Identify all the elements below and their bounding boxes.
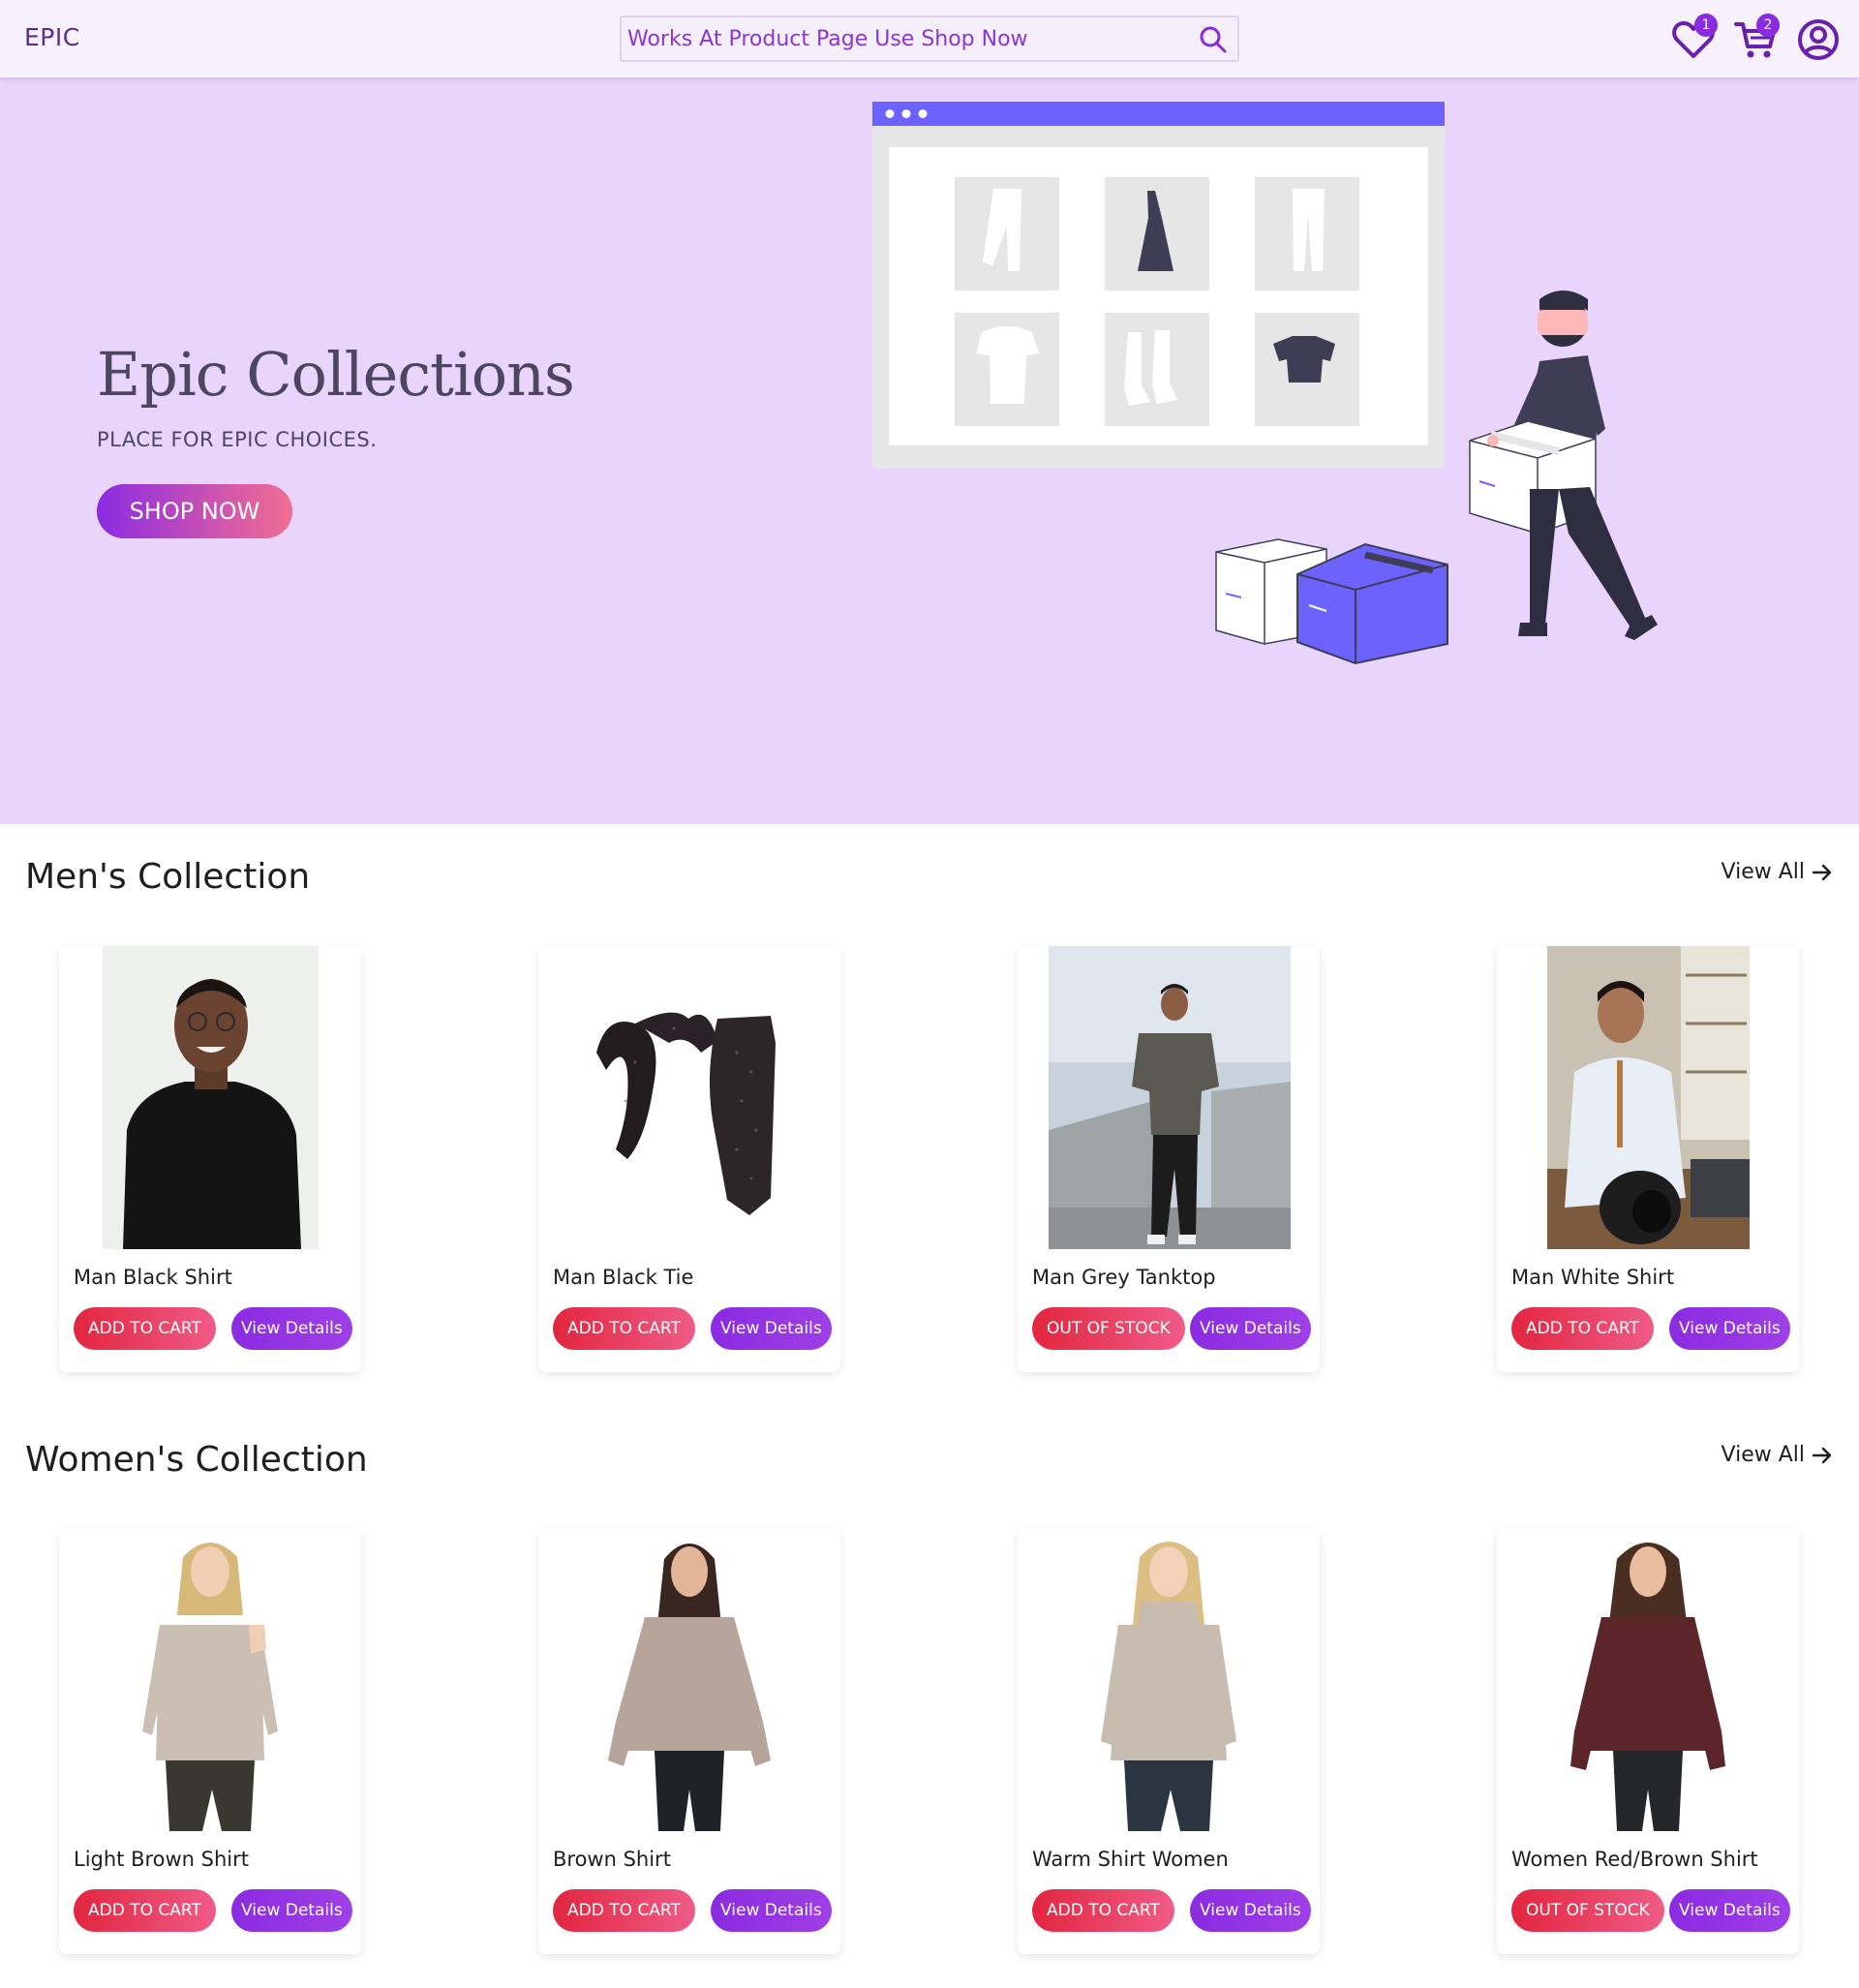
hero-banner: Epic Collections PLACE FOR EPIC CHOICES.… — [0, 77, 1859, 824]
mens-view-all-link[interactable]: View All — [1722, 860, 1834, 884]
product-name[interactable]: Light Brown Shirt — [74, 1848, 249, 1871]
brand-logo[interactable]: EPIC — [24, 23, 80, 51]
product-card[interactable]: Man Grey Tanktop OUT OF STOCK View Detai… — [1018, 946, 1320, 1372]
product-card[interactable]: Light Brown Shirt ADD TO CART View Detai… — [59, 1528, 361, 1954]
product-name[interactable]: Man White Shirt — [1511, 1266, 1674, 1289]
product-image[interactable] — [1497, 1528, 1799, 1831]
search-bar — [620, 15, 1239, 62]
out-of-stock-button[interactable]: OUT OF STOCK — [1511, 1889, 1664, 1932]
view-details-button[interactable]: View Details — [711, 1889, 832, 1932]
arrow-right-icon — [1812, 1447, 1832, 1463]
cart-count-badge: 2 — [1756, 14, 1780, 37]
add-to-cart-button[interactable]: ADD TO CART — [1511, 1307, 1654, 1350]
account-button[interactable] — [1796, 17, 1841, 62]
womens-view-all-link[interactable]: View All — [1722, 1443, 1834, 1467]
user-icon — [1798, 19, 1839, 60]
search-button[interactable] — [1197, 23, 1230, 56]
view-details-button[interactable]: View Details — [1669, 1889, 1790, 1932]
view-all-label: View All — [1721, 860, 1805, 884]
product-name[interactable]: Man Black Tie — [553, 1266, 693, 1289]
product-name[interactable]: Women Red/Brown Shirt — [1511, 1848, 1758, 1871]
product-card[interactable]: Man Black Shirt ADD TO CART View Details — [59, 946, 361, 1372]
product-name[interactable]: Man Black Shirt — [74, 1266, 232, 1289]
product-image[interactable] — [1018, 1528, 1320, 1831]
product-name[interactable]: Warm Shirt Women — [1032, 1848, 1229, 1871]
product-image[interactable] — [1497, 946, 1799, 1249]
product-card[interactable]: Brown Shirt ADD TO CART View Details — [538, 1528, 840, 1954]
hero-title: Epic Collections — [97, 339, 575, 410]
add-to-cart-button[interactable]: ADD TO CART — [74, 1889, 216, 1932]
product-image[interactable] — [538, 1528, 840, 1831]
add-to-cart-button[interactable]: ADD TO CART — [1032, 1889, 1174, 1932]
search-input[interactable] — [627, 21, 1170, 56]
add-to-cart-button[interactable]: ADD TO CART — [553, 1307, 695, 1350]
out-of-stock-button[interactable]: OUT OF STOCK — [1032, 1307, 1185, 1350]
search-icon — [1200, 26, 1227, 53]
view-details-button[interactable]: View Details — [1190, 1307, 1311, 1350]
product-card[interactable]: Man Black Tie ADD TO CART View Details — [538, 946, 840, 1372]
product-name[interactable]: Brown Shirt — [553, 1848, 671, 1871]
cart-button[interactable]: 2 — [1733, 14, 1780, 62]
arrow-right-icon — [1812, 864, 1832, 880]
shopping-illustration — [872, 102, 1658, 665]
product-card[interactable]: Women Red/Brown Shirt OUT OF STOCK View … — [1497, 1528, 1799, 1954]
view-details-button[interactable]: View Details — [1669, 1307, 1790, 1350]
wishlist-button[interactable]: 1 — [1671, 14, 1718, 62]
hero-subtitle: PLACE FOR EPIC CHOICES. — [97, 428, 378, 451]
product-card[interactable]: Warm Shirt Women ADD TO CART View Detail… — [1018, 1528, 1320, 1954]
view-details-button[interactable]: View Details — [231, 1889, 352, 1932]
womens-collection-title: Women's Collection — [25, 1440, 368, 1480]
view-details-button[interactable]: View Details — [711, 1307, 832, 1350]
view-details-button[interactable]: View Details — [231, 1307, 352, 1350]
product-card[interactable]: Man White Shirt ADD TO CART View Details — [1497, 946, 1799, 1372]
product-image[interactable] — [59, 946, 361, 1249]
navbar: EPIC 1 2 — [0, 0, 1859, 77]
product-image[interactable] — [59, 1528, 361, 1831]
view-all-label: View All — [1721, 1443, 1805, 1467]
view-details-button[interactable]: View Details — [1190, 1889, 1311, 1932]
product-name[interactable]: Man Grey Tanktop — [1032, 1266, 1216, 1289]
add-to-cart-button[interactable]: ADD TO CART — [74, 1307, 216, 1350]
shop-now-button[interactable]: SHOP NOW — [97, 484, 292, 538]
wishlist-count-badge: 1 — [1694, 14, 1718, 37]
product-image[interactable] — [538, 946, 840, 1249]
mens-collection-title: Men's Collection — [25, 857, 311, 897]
add-to-cart-button[interactable]: ADD TO CART — [553, 1889, 695, 1932]
product-image[interactable] — [1018, 946, 1320, 1249]
